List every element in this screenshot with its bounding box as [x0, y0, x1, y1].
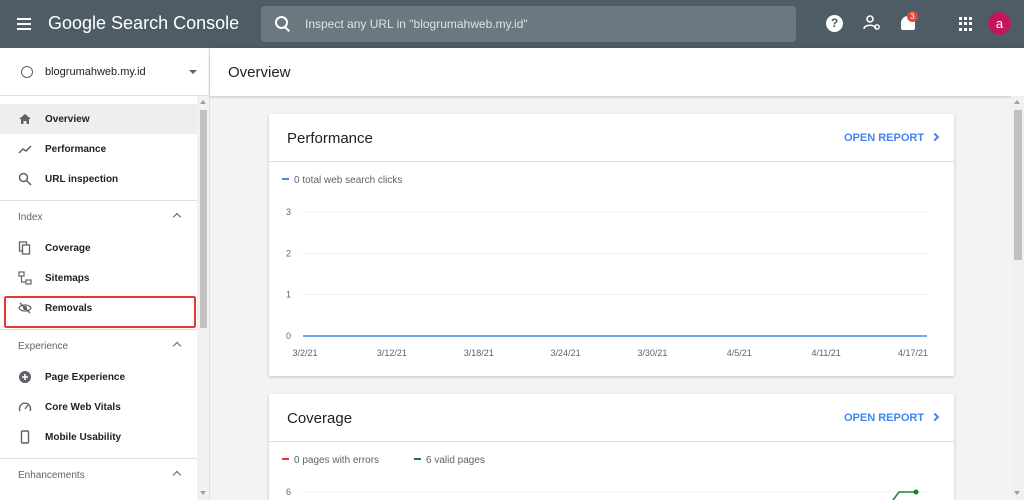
phone-icon — [20, 430, 30, 444]
x-tick-label: 4/11/21 — [811, 348, 840, 358]
section-title: Enhancements — [18, 469, 85, 481]
section-header-experience[interactable]: Experience — [0, 330, 197, 362]
sidebar-nav: Overview Performance URL inspection Inde… — [0, 96, 209, 491]
data-point — [825, 335, 827, 337]
data-point — [912, 335, 914, 337]
sidebar-item-label: Core Web Vitals — [45, 401, 121, 413]
sidebar-item-label: Overview — [45, 113, 90, 125]
sidebar-item-mobile-usability[interactable]: Mobile Usability — [0, 422, 197, 452]
coverage-card: Coverage OPEN REPORT 0 pages with errors… — [269, 394, 954, 500]
page-title: Overview — [228, 64, 291, 81]
dropdown-caret-icon — [189, 70, 197, 74]
notifications-button[interactable]: 3 — [899, 11, 919, 34]
trending-up-icon — [18, 145, 32, 154]
url-inspect-input[interactable] — [305, 17, 785, 31]
x-tick-label: 4/5/21 — [727, 348, 752, 358]
data-point — [651, 335, 654, 337]
coverage-chart: 6 — [286, 487, 927, 500]
sidebar-item-label: Coverage — [45, 242, 91, 254]
help-button[interactable]: ? — [826, 14, 846, 34]
data-point-valid-pages — [913, 489, 919, 495]
home-icon — [19, 114, 31, 124]
search-icon — [18, 172, 32, 186]
page-experience-icon — [19, 371, 31, 383]
sidebar-item-url-inspection[interactable]: URL inspection — [0, 164, 197, 194]
performance-card: Performance OPEN REPORT 0 total web sear… — [269, 114, 954, 376]
sidebar-item-performance[interactable]: Performance — [0, 134, 197, 164]
sidebar-scrollbar-thumb[interactable] — [200, 110, 207, 328]
speedometer-icon — [18, 402, 32, 412]
series-line-valid-pages — [892, 491, 916, 500]
sidebar-item-overview[interactable]: Overview — [0, 104, 197, 134]
data-point — [738, 335, 741, 337]
y-tick-label: 6 — [286, 487, 291, 497]
main-scrollbar-thumb[interactable] — [1014, 110, 1022, 260]
chevron-up-icon — [172, 341, 182, 351]
section-title: Index — [18, 211, 43, 223]
y-tick-label: 1 — [286, 290, 291, 300]
y-tick-label: 0 — [286, 331, 291, 341]
sidebar-item-sitemaps[interactable]: Sitemaps — [0, 263, 197, 293]
y-tick-label: 3 — [286, 207, 291, 217]
help-icon: ? — [826, 15, 843, 32]
y-tick-label: 2 — [286, 248, 291, 258]
section-header-index[interactable]: Index — [0, 201, 197, 233]
chevron-up-icon — [172, 212, 182, 222]
x-tick-label: 4/17/21 — [898, 348, 928, 358]
x-tick-label: 3/12/21 — [377, 348, 407, 358]
search-icon — [275, 16, 291, 32]
scroll-down-arrow-icon[interactable] — [1014, 491, 1020, 495]
sidebar-item-label: Sitemaps — [45, 272, 90, 284]
apps-grid-icon[interactable] — [956, 14, 976, 34]
sidebar-item-label: Removals — [45, 302, 93, 314]
sidebar-item-label: Performance — [45, 143, 107, 155]
url-inspect-search[interactable] — [261, 6, 796, 42]
scroll-up-arrow-icon[interactable] — [200, 100, 206, 104]
globe-icon — [21, 65, 33, 78]
data-point — [564, 335, 567, 337]
x-tick-label: 3/18/21 — [464, 348, 494, 358]
performance-chart: 0 1 2 3 3/2/21 3/12/21 3/18/21 3/24/21 3/30/21 4/… — [286, 207, 928, 358]
data-point — [477, 335, 480, 337]
account-avatar[interactable]: a — [988, 12, 1011, 35]
sidebar-item-label: Page Experience — [45, 371, 126, 383]
scroll-down-arrow-icon[interactable] — [200, 491, 206, 495]
manage-users-button[interactable] — [863, 14, 883, 34]
x-tick-label: 3/2/21 — [292, 348, 317, 358]
data-point — [391, 335, 393, 337]
coverage-icon — [18, 241, 31, 255]
menu-icon[interactable] — [17, 14, 37, 34]
app-title[interactable]: Google Search Console — [48, 13, 239, 34]
data-point — [304, 335, 306, 337]
sidebar-item-removals[interactable]: Removals — [0, 293, 197, 323]
property-name: blogrumahweb.my.id — [45, 65, 146, 78]
sidebar-item-label: URL inspection — [45, 173, 119, 185]
sidebar-item-page-experience[interactable]: Page Experience — [0, 362, 197, 392]
property-selector[interactable]: blogrumahweb.my.id — [0, 48, 209, 96]
scroll-up-arrow-icon[interactable] — [1014, 100, 1020, 104]
sidebar-item-coverage[interactable]: Coverage — [0, 233, 197, 263]
sidebar-item-label: Mobile Usability — [45, 431, 122, 443]
top-app-bar: Google Search Console ? 3 a — [0, 0, 1024, 48]
manage-users-icon — [863, 15, 880, 30]
notification-badge: 3 — [907, 11, 918, 22]
sidebar: blogrumahweb.my.id Overview Performance … — [0, 48, 210, 500]
chevron-up-icon — [172, 470, 182, 480]
section-title: Experience — [18, 340, 69, 352]
eye-off-icon — [18, 302, 32, 314]
x-tick-label: 3/30/21 — [637, 348, 667, 358]
x-tick-label: 3/24/21 — [551, 348, 581, 358]
page-header: Overview — [210, 48, 1024, 96]
sidebar-item-core-web-vitals[interactable]: Core Web Vitals — [0, 392, 197, 422]
section-header-enhancements[interactable]: Enhancements — [0, 459, 197, 491]
sitemap-icon — [18, 271, 32, 285]
